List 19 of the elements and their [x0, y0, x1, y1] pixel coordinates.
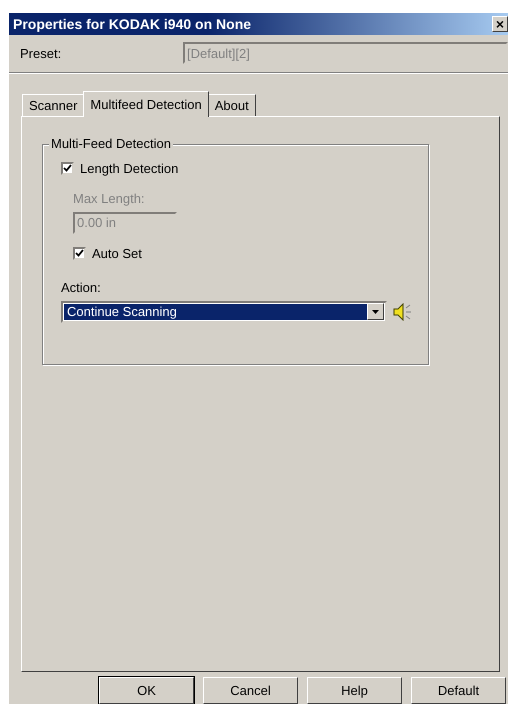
tab[interactable]: Scanner — [22, 94, 84, 116]
checkbox[interactable] — [73, 247, 86, 260]
dialog-button[interactable]: Default — [411, 676, 506, 704]
tab[interactable]: About — [208, 94, 256, 116]
max-length-label: Max Length: — [73, 190, 145, 206]
dialog-button[interactable]: Cancel — [203, 676, 298, 704]
action-dropdown[interactable]: Continue Scanning — [61, 300, 387, 323]
preset-label: Preset: — [20, 46, 62, 61]
speaker-icon[interactable] — [393, 302, 413, 321]
checkbox-label: Auto Set — [92, 246, 142, 262]
dialog-button[interactable]: OK — [99, 676, 194, 704]
group-title: Multi-Feed Detection — [49, 136, 173, 151]
checkbox-label: Length Detection — [80, 161, 178, 176]
window-title: Properties for KODAK i940 on None — [13, 16, 252, 32]
tab[interactable]: Multifeed Detection — [83, 90, 209, 117]
action-label: Action: — [61, 280, 102, 295]
dialog-button[interactable]: Help — [307, 676, 402, 704]
close-button[interactable]: × — [492, 16, 508, 32]
checkbox[interactable] — [61, 162, 74, 176]
